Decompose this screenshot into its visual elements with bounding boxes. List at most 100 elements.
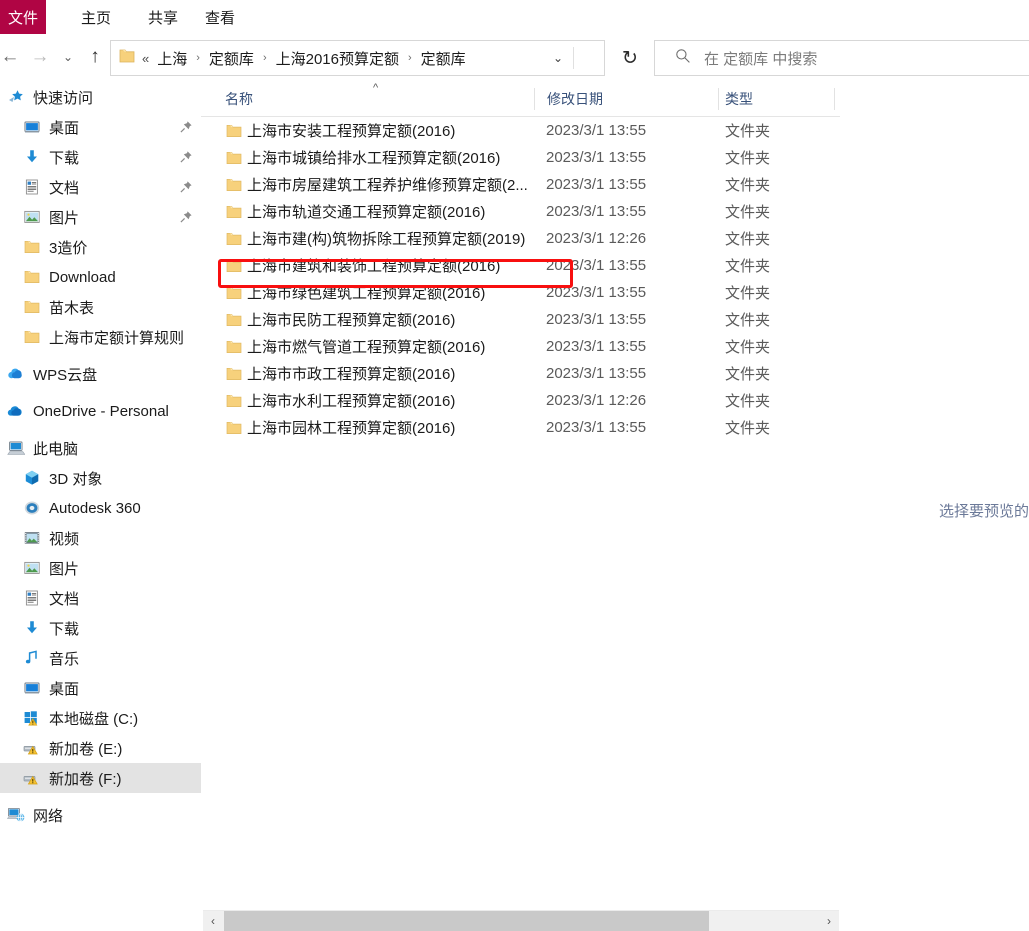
scroll-left-arrow-icon[interactable]: ‹: [203, 911, 223, 931]
network-icon: [6, 805, 26, 825]
breadcrumb-separator-0[interactable]: ›: [190, 52, 206, 64]
autodesk-360-icon: [22, 498, 42, 518]
file-type-cell: 文件夹: [725, 285, 771, 302]
column-header-type[interactable]: 类型: [725, 82, 753, 116]
pin-icon[interactable]: [179, 180, 193, 194]
column-header-name[interactable]: 名称: [225, 82, 253, 116]
breadcrumb-crumb-3[interactable]: 定额库: [418, 47, 469, 70]
forward-arrow-icon[interactable]: →: [26, 34, 54, 80]
file-name-cell: 上海市房屋建筑工程养护维修预算定额(2...: [247, 177, 527, 194]
sidebar-item-21[interactable]: 新加卷 (E:): [0, 733, 201, 763]
scrollbar-thumb[interactable]: [224, 911, 709, 931]
file-date-cell: 2023/3/1 13:55: [546, 311, 647, 328]
sidebar-item-17[interactable]: 下载: [0, 613, 201, 643]
file-type-cell: 文件夹: [725, 231, 771, 248]
file-name-cell: 上海市建(构)筑物拆除工程预算定额(2019): [247, 231, 526, 248]
drive-warning-icon: [22, 738, 42, 758]
file-type-cell: 文件夹: [725, 393, 771, 410]
sidebar-item-0[interactable]: 快速访问: [0, 82, 201, 112]
folder-icon: [225, 284, 243, 302]
file-name-cell: 上海市园林工程预算定额(2016): [247, 420, 456, 437]
sidebar-item-6[interactable]: Download: [0, 262, 201, 292]
breadcrumb-crumb-0[interactable]: 上海: [154, 47, 190, 70]
up-arrow-icon[interactable]: ↑: [82, 34, 108, 80]
sidebar-item-14[interactable]: 视频: [0, 523, 201, 553]
sidebar-item-10[interactable]: OneDrive - Personal: [0, 396, 201, 426]
column-header-date[interactable]: 修改日期: [547, 82, 603, 116]
search-icon: [675, 48, 691, 68]
sidebar-item-16[interactable]: 文档: [0, 583, 201, 613]
sidebar-item-13[interactable]: Autodesk 360: [0, 493, 201, 523]
sidebar-item-22[interactable]: 新加卷 (F:): [0, 763, 201, 793]
tab-share[interactable]: 共享: [133, 0, 193, 34]
tab-file[interactable]: 文件: [0, 0, 46, 34]
sidebar-item-12[interactable]: 3D 对象: [0, 463, 201, 493]
sidebar-item-label: 下载: [49, 149, 80, 167]
sidebar-item-18[interactable]: 音乐: [0, 643, 201, 673]
sidebar-item-5[interactable]: 3造价: [0, 232, 201, 262]
navigation-pane[interactable]: 快速访问 桌面 下载 文档 图片 3造价 Download 苗木表 上海市定额计算规则 WPS云盘…: [0, 82, 201, 930]
sidebar-item-3[interactable]: 文档: [0, 172, 201, 202]
pin-icon[interactable]: [179, 150, 193, 164]
file-date-cell: 2023/3/1 13:55: [546, 176, 647, 193]
pin-icon[interactable]: [179, 210, 193, 224]
file-type-cell: 文件夹: [725, 150, 771, 167]
breadcrumb-separator-2[interactable]: ›: [402, 52, 418, 64]
sidebar-item-19[interactable]: 桌面: [0, 673, 201, 703]
sidebar-item-label: Autodesk 360: [49, 499, 141, 517]
sidebar-item-7[interactable]: 苗木表: [0, 292, 201, 322]
refresh-icon[interactable]: ↻: [608, 40, 652, 76]
sidebar-item-23[interactable]: 网络: [0, 800, 201, 830]
chevron-down-icon[interactable]: ⌄: [56, 34, 80, 80]
pin-icon[interactable]: [179, 120, 193, 134]
breadcrumb-overflow[interactable]: «: [139, 51, 154, 66]
file-date-cell: 2023/3/1 12:26: [546, 392, 647, 409]
file-type-cell: 文件夹: [725, 366, 771, 383]
folder-icon: [22, 327, 42, 347]
sidebar-item-label: 桌面: [49, 680, 80, 698]
folder-icon: [225, 149, 243, 167]
sidebar-item-label: WPS云盘: [33, 366, 98, 384]
sidebar-item-9[interactable]: WPS云盘: [0, 359, 201, 389]
column-divider-1[interactable]: [534, 88, 535, 110]
column-divider-3[interactable]: [834, 88, 835, 110]
breadcrumb-crumb-2[interactable]: 上海2016预算定额: [273, 47, 402, 70]
pictures-icon: [22, 558, 42, 578]
wps-cloud-icon: [6, 364, 26, 384]
file-name-cell: 上海市安装工程预算定额(2016): [247, 123, 456, 140]
desktop-icon: [22, 117, 42, 137]
downloads-arrow-icon: [22, 618, 42, 638]
sidebar-item-4[interactable]: 图片: [0, 202, 201, 232]
breadcrumb-separator-1[interactable]: ›: [257, 52, 273, 64]
sidebar-item-label: 苗木表: [49, 299, 95, 317]
folder-icon: [119, 49, 135, 67]
breadcrumb[interactable]: « 上海 › 定额库 › 上海2016预算定额 › 定额库 ⌄: [110, 40, 605, 76]
downloads-arrow-icon: [22, 147, 42, 167]
breadcrumb-chevron-down-icon[interactable]: ⌄: [545, 41, 571, 75]
sidebar-item-label: 网络: [33, 807, 64, 825]
sidebar-item-2[interactable]: 下载: [0, 142, 201, 172]
file-name-cell: 上海市建筑和装饰工程预算定额(2016): [247, 258, 501, 275]
breadcrumb-crumb-1[interactable]: 定额库: [206, 47, 257, 70]
sidebar-item-11[interactable]: 此电脑: [0, 433, 201, 463]
file-type-cell: 文件夹: [725, 420, 771, 437]
sidebar-item-8[interactable]: 上海市定额计算规则: [0, 322, 201, 352]
tab-home[interactable]: 主页: [66, 0, 126, 34]
preview-placeholder-text: 选择要预览的: [939, 503, 1029, 520]
horizontal-scrollbar[interactable]: ‹ ›: [203, 910, 839, 931]
sidebar-item-label: 图片: [49, 560, 80, 578]
onedrive-cloud-icon: [6, 401, 26, 421]
folder-icon: [225, 122, 243, 140]
column-divider-2[interactable]: [718, 88, 719, 110]
sidebar-item-1[interactable]: 桌面: [0, 112, 201, 142]
search-input[interactable]: 在 定额库 中搜索: [654, 40, 1029, 76]
scroll-right-arrow-icon[interactable]: ›: [819, 911, 839, 931]
bottom-left-strip: [0, 902, 203, 930]
sidebar-item-15[interactable]: 图片: [0, 553, 201, 583]
tab-view[interactable]: 查看: [190, 0, 250, 34]
sidebar-item-20[interactable]: 本地磁盘 (C:): [0, 703, 201, 733]
back-arrow-icon[interactable]: ←: [0, 34, 24, 80]
